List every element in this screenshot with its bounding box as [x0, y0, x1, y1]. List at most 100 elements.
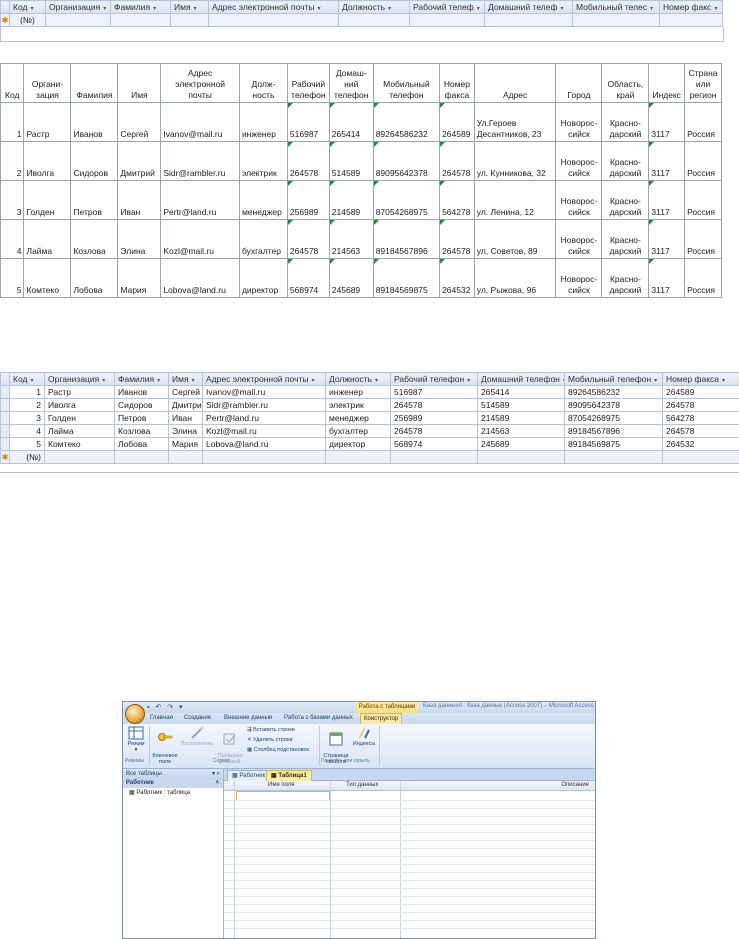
grid-cell[interactable]: Комтеко: [44, 437, 115, 451]
grid-cell[interactable]: бухгалтер: [325, 424, 391, 438]
grid-cell[interactable]: 256989: [390, 411, 478, 425]
nav-item-table[interactable]: ▦ Работник : таблица: [123, 788, 223, 798]
grid-cell[interactable]: [45, 13, 111, 27]
grid-cell[interactable]: [202, 450, 326, 464]
new-record-marker[interactable]: ✱: [0, 450, 10, 464]
column-header[interactable]: Номер факс ▾: [659, 0, 723, 14]
excel-cell[interactable]: Pertr@land.ru: [160, 180, 240, 220]
excel-cell[interactable]: 264532: [439, 258, 475, 298]
column-header[interactable]: Адрес электронной почты ▾: [208, 0, 339, 14]
excel-cell[interactable]: 89184567896: [372, 219, 441, 259]
doc-tab-employee[interactable]: ▦ Работник: [227, 770, 271, 781]
dropdown-arrow-icon[interactable]: ▾: [560, 6, 563, 12]
grid-cell[interactable]: Lobova@land.ru: [202, 437, 326, 451]
excel-cell[interactable]: Сергей: [117, 102, 162, 142]
excel-cell[interactable]: 3117: [648, 141, 686, 181]
grid-cell[interactable]: 89184569875: [564, 437, 663, 451]
grid-cell[interactable]: [110, 13, 171, 27]
grid-cell[interactable]: Иволга: [44, 398, 115, 412]
excel-cell[interactable]: 264578: [286, 219, 330, 259]
new-record-row[interactable]: ✱ (№): [0, 450, 739, 464]
dropdown-arrow-icon[interactable]: ▾: [467, 378, 470, 384]
excel-cell[interactable]: 89184569875: [372, 258, 441, 298]
grid-cell[interactable]: [208, 13, 339, 27]
grid-cell[interactable]: [662, 450, 739, 464]
grid-cell[interactable]: 89095642378: [564, 398, 663, 412]
excel-cell[interactable]: 3117: [648, 180, 686, 220]
grid-cell[interactable]: 264578: [390, 398, 478, 412]
grid-cell[interactable]: инженер: [325, 385, 391, 399]
excel-cell[interactable]: Комтеко: [23, 258, 72, 298]
column-header[interactable]: Адрес электронной почты ▾: [202, 372, 326, 386]
excel-cell[interactable]: 265414: [328, 102, 374, 142]
grid-cell[interactable]: 264578: [390, 424, 478, 438]
row-selector[interactable]: [0, 411, 10, 425]
grid-cell[interactable]: Лайма: [44, 424, 115, 438]
column-header[interactable]: Организация ▾: [45, 0, 111, 14]
grid-cell[interactable]: Ivanov@mail.ru: [202, 385, 326, 399]
grid-cell[interactable]: 264578: [662, 424, 739, 438]
table-row[interactable]: 2 Иволга Сидоров Дмитри Sidr@rambler.ru элект…: [0, 398, 739, 412]
grid-cell[interactable]: Козлова: [114, 424, 169, 438]
excel-cell[interactable]: 264578: [439, 219, 475, 259]
dropdown-arrow-icon[interactable]: ▾: [153, 6, 156, 12]
quick-access-toolbar[interactable]: ▪ ↶ ↷ ▾: [147, 703, 185, 711]
excel-cell[interactable]: 5: [0, 258, 25, 298]
excel-header-cell[interactable]: Долж- ность: [238, 63, 288, 103]
excel-header-cell[interactable]: Город: [555, 63, 603, 103]
excel-cell[interactable]: Sidr@rambler.ru: [160, 141, 240, 181]
excel-cell[interactable]: Россия: [684, 219, 722, 259]
nav-collapse-icon[interactable]: ▾ «: [212, 769, 220, 779]
lookup-column-button[interactable]: ▦ Столбец подстановок: [247, 747, 309, 753]
column-header[interactable]: Фамилия ▾: [114, 372, 169, 386]
grid-cell[interactable]: 564278: [662, 411, 739, 425]
table-row[interactable]: 1 Растр Иванов Сергей Ivanov@mail.ru инженер 5…: [0, 385, 739, 399]
primary-key-button[interactable]: Ключевое поле: [151, 726, 179, 765]
dropdown-arrow-icon[interactable]: ▾: [318, 6, 321, 12]
excel-cell[interactable]: 214563: [328, 219, 374, 259]
excel-cell[interactable]: Голден: [23, 180, 72, 220]
grid-cell[interactable]: 87054268975: [564, 411, 663, 425]
row-selector[interactable]: [0, 437, 10, 451]
excel-header-cell[interactable]: Органи- зация: [23, 63, 72, 103]
excel-cell[interactable]: Мария: [117, 258, 162, 298]
excel-cell[interactable]: 264589: [439, 102, 475, 142]
excel-cell[interactable]: 568974: [286, 258, 330, 298]
grid-cell[interactable]: Лобова: [114, 437, 169, 451]
excel-header-cell[interactable]: Адрес электронной почты: [160, 63, 240, 103]
tab-home[interactable]: Главная: [147, 713, 176, 724]
grid-cell[interactable]: Элина: [168, 424, 203, 438]
excel-cell[interactable]: 89095642378: [372, 141, 441, 181]
excel-cell[interactable]: Дмитрий: [117, 141, 162, 181]
grid-cell[interactable]: Дмитри: [168, 398, 203, 412]
grid-cell[interactable]: 214589: [477, 411, 565, 425]
grid-cell[interactable]: менеджер: [325, 411, 391, 425]
grid-cell[interactable]: [409, 13, 485, 27]
row-selector-header[interactable]: [0, 372, 10, 386]
grid-cell[interactable]: 264578: [662, 398, 739, 412]
excel-cell[interactable]: менеджер: [238, 180, 288, 220]
table-row[interactable]: 3 Голден Петров Иван Pertr@land.ru менеджер 25…: [0, 411, 739, 425]
grid-cell[interactable]: 89184567896: [564, 424, 663, 438]
column-header[interactable]: Имя ▾: [170, 0, 209, 14]
new-id-cell[interactable]: (№): [9, 13, 46, 27]
row-selector-header[interactable]: [0, 0, 10, 14]
excel-cell[interactable]: 514589: [328, 141, 374, 181]
row-selector[interactable]: [0, 398, 10, 412]
excel-header-cell[interactable]: Домаш- ний телефон: [328, 63, 374, 103]
dropdown-arrow-icon[interactable]: ▾: [312, 378, 315, 384]
excel-cell[interactable]: Иван: [117, 180, 162, 220]
grid-cell[interactable]: 516987: [390, 385, 478, 399]
column-header[interactable]: Код ▾: [9, 0, 46, 14]
grid-cell[interactable]: 1: [9, 385, 45, 399]
mode-button[interactable]: Режим ▾: [125, 726, 147, 753]
new-record-row[interactable]: ✱ (№): [0, 13, 723, 27]
grid-cell[interactable]: [170, 13, 209, 27]
excel-cell[interactable]: Россия: [684, 102, 722, 142]
doc-tab-table1[interactable]: ▦ Таблица1: [266, 770, 312, 781]
grid-cell[interactable]: 214563: [477, 424, 565, 438]
column-header[interactable]: Мобильный телефон ▾: [564, 372, 663, 386]
grid-cell[interactable]: 245689: [477, 437, 565, 451]
excel-header-cell[interactable]: Фамилия: [70, 63, 119, 103]
excel-cell[interactable]: инженер: [238, 102, 288, 142]
